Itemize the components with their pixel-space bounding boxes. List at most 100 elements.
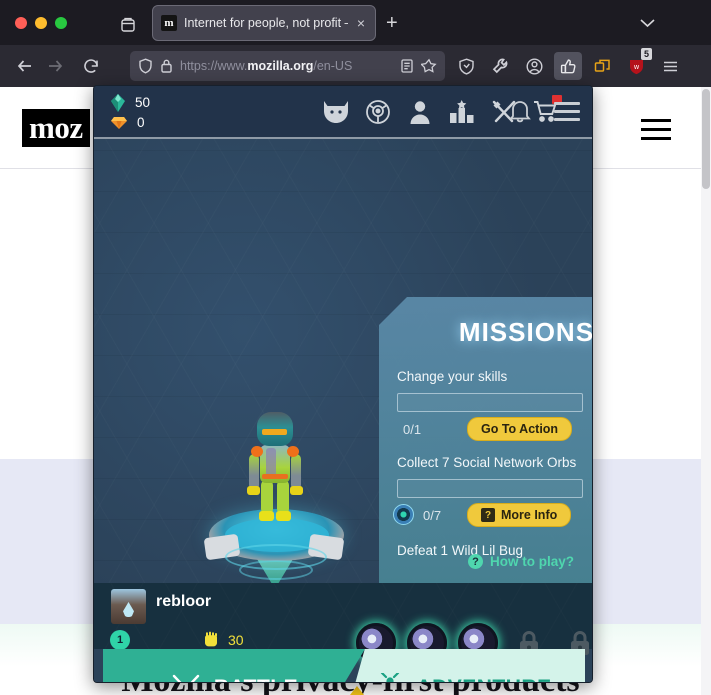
bookmark-star-icon[interactable] (421, 58, 437, 74)
mission-row: 0/1 Go To Action (397, 417, 592, 441)
player-level-badge: 1 (110, 630, 130, 650)
reload-button[interactable] (76, 51, 106, 81)
game-header-right (508, 98, 580, 129)
tab-favicon: m (161, 15, 177, 31)
missions-list: Change your skills 0/1 Go To Action Coll… (393, 369, 592, 570)
missions-title: MISSIONS (458, 317, 593, 347)
url-text: https://www.mozilla.org/en-US (180, 59, 353, 73)
player-name: rebloor (156, 593, 212, 610)
profile-icon[interactable] (406, 98, 434, 126)
lock-icon[interactable] (160, 58, 173, 74)
player-bar: rebloor 1 30 (94, 583, 592, 663)
app-menu-icon[interactable] (656, 52, 684, 80)
close-tab-button[interactable]: × (355, 15, 367, 31)
extension-badge-count: 5 (640, 48, 652, 60)
hamburger-icon[interactable] (554, 101, 580, 126)
robot-hand-right (290, 486, 303, 495)
address-bar[interactable]: https://www.mozilla.org/en-US (130, 51, 445, 81)
svg-text:w: w (632, 64, 639, 71)
avatar[interactable] (111, 589, 146, 624)
maximize-window-button[interactable] (55, 17, 67, 29)
missions-card: MISSIONS Change your skills 0/1 Go To Ac… (379, 297, 593, 623)
robot-belt (262, 474, 288, 479)
mission-progress-text: 0/7 (423, 507, 442, 523)
tab-battle[interactable]: BATTLE (103, 649, 365, 682)
bell-icon[interactable] (508, 98, 532, 129)
robot-foot-left (259, 511, 274, 521)
robot-arm-right (291, 454, 301, 490)
shield-icon[interactable] (138, 58, 153, 74)
mission-item: Collect 7 Social Network Orbs x100 0/7 ?… (393, 455, 592, 527)
mission-action-button[interactable]: Go To Action (467, 417, 573, 441)
mission-name: Collect 7 Social Network Orbs (397, 455, 577, 470)
page-scrollbar-thumb[interactable] (702, 89, 710, 189)
robot-foot-right (276, 511, 291, 521)
target-network-icon[interactable] (364, 98, 392, 126)
browser-window: m Internet for people, not profit — × + (0, 0, 711, 695)
toolbar-buttons: w 5 (452, 48, 684, 81)
gem-count: 50 (135, 95, 151, 110)
reader-mode-icon[interactable] (400, 58, 414, 74)
currency-display: 50 0 (110, 93, 150, 133)
mission-button-label: More Info (501, 508, 558, 522)
player-avatar-stage[interactable] (199, 394, 349, 589)
back-button[interactable] (10, 51, 40, 81)
wrench-icon[interactable] (486, 52, 514, 80)
mission-progress-bar (397, 393, 583, 412)
platform-ring-2 (239, 560, 313, 580)
mission-row: 0/7 ? More Info (393, 503, 592, 527)
tab-title: Internet for people, not profit — (184, 16, 348, 30)
currency-gem: 50 (110, 93, 150, 112)
window-controls[interactable] (15, 17, 67, 29)
fist-icon (205, 631, 217, 647)
diamond-icon (111, 116, 127, 129)
gem-icon (111, 93, 125, 112)
close-window-button[interactable] (15, 17, 27, 29)
currency-diamond: 0 (110, 113, 150, 132)
title-bar: m Internet for people, not profit — × + (0, 0, 711, 45)
list-all-tabs-icon[interactable] (118, 15, 138, 35)
page-scrollbar[interactable] (701, 87, 711, 695)
new-tab-button[interactable]: + (386, 13, 398, 33)
diamond-count: 0 (137, 115, 145, 130)
robot-hand-left (247, 486, 260, 495)
robot-visor (262, 429, 287, 435)
robot-arm-left (249, 454, 259, 490)
how-to-play-link[interactable]: ? How to play? (468, 554, 574, 569)
thumbs-up-extension-icon[interactable] (554, 52, 582, 80)
scroll-indicator-icon (350, 686, 364, 695)
question-circle-icon: ? (468, 554, 483, 569)
bug-icon (377, 673, 404, 682)
mission-progress-text: 0/1 (403, 421, 422, 437)
leaderboard-icon[interactable] (448, 98, 476, 126)
mozilla-logo[interactable]: moz (22, 109, 90, 147)
game-overlay-panel: 50 0 MISSIONS Change your skills 0/1 Go … (93, 85, 593, 683)
tab-battle-label: BATTLE (214, 676, 298, 682)
water-drop-icon (123, 602, 134, 617)
account-icon[interactable] (520, 52, 548, 80)
mission-info-button[interactable]: ? More Info (467, 503, 572, 527)
game-header: 50 0 (94, 86, 592, 139)
mission-button-label: Go To Action (481, 422, 559, 436)
player-power-value: 30 (228, 631, 244, 648)
window-restore-icon[interactable] (588, 52, 616, 80)
browser-tab[interactable]: m Internet for people, not profit — × (152, 5, 376, 41)
social-orb-icon (393, 504, 414, 525)
forward-button[interactable] (40, 51, 70, 81)
robot-leg-right (277, 480, 289, 514)
game-mode-tabs: BATTLE ADVENTURE (103, 649, 585, 682)
creature-mask-icon[interactable] (322, 98, 350, 126)
tracking-protection-icon[interactable] (452, 52, 480, 80)
robot-shoulder-left (251, 446, 263, 457)
site-menu-icon[interactable] (641, 119, 671, 146)
extension-counter-icon[interactable]: w 5 (622, 48, 652, 80)
minimize-window-button[interactable] (35, 17, 47, 29)
chevron-down-icon[interactable] (640, 15, 655, 32)
crossed-swords-icon (172, 674, 200, 682)
tab-adventure-label: ADVENTURE (416, 676, 551, 682)
how-to-play-label: How to play? (490, 554, 574, 569)
robot-shoulder-right (287, 446, 299, 457)
robot-leg-left (261, 480, 273, 514)
question-mark-icon: ? (481, 508, 495, 522)
tab-adventure[interactable]: ADVENTURE (343, 649, 585, 682)
